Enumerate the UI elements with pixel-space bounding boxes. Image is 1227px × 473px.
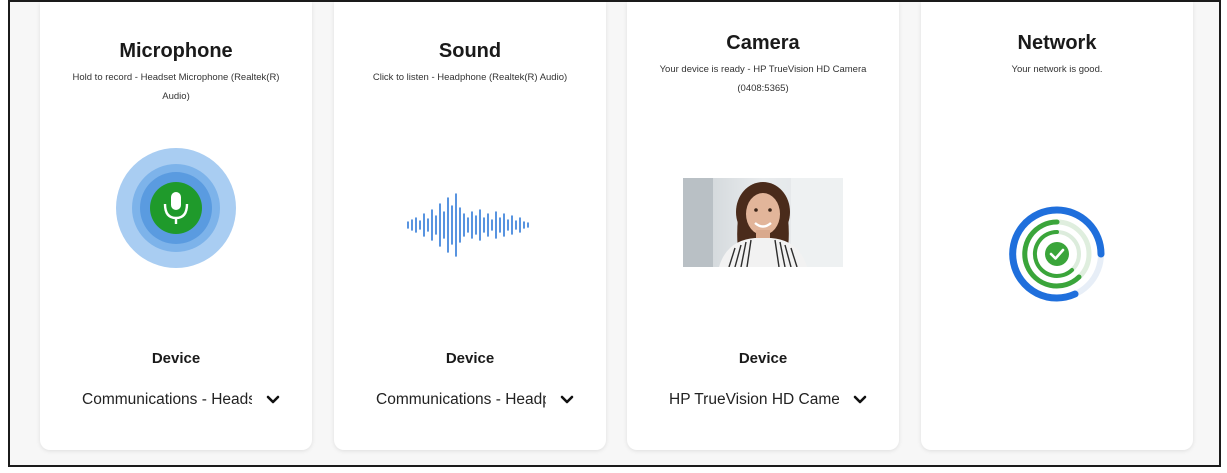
camera-subtitle: Your device is ready - HP TrueVision HD … bbox=[659, 64, 867, 94]
microphone-device-value: Communications - Headset Microphone (Rea… bbox=[82, 391, 252, 408]
network-subtitle: Your network is good. bbox=[1011, 64, 1103, 75]
sound-device-select[interactable]: Communications - Headphone (Realtek(R) A… bbox=[376, 388, 586, 412]
sound-device-value: Communications - Headphone (Realtek(R) A… bbox=[376, 391, 546, 408]
sound-title: Sound bbox=[438, 40, 502, 62]
camera-title: Camera bbox=[726, 32, 800, 54]
network-status-indicator bbox=[1007, 204, 1107, 304]
network-card: Network Your network is good. bbox=[921, 2, 1193, 450]
microphone-card: Microphone Hold to record - Headset Micr… bbox=[40, 2, 312, 450]
chevron-down-icon bbox=[266, 393, 280, 407]
camera-card: Camera Your device is ready - HP TrueVis… bbox=[627, 2, 899, 450]
test-panel: Microphone Hold to record - Headset Micr… bbox=[8, 0, 1221, 467]
record-button[interactable] bbox=[116, 148, 236, 268]
chevron-down-icon bbox=[853, 393, 867, 407]
sound-card: Sound Click to listen - Headphone (Realt… bbox=[334, 2, 606, 450]
camera-device-value: HP TrueVision HD Camera (0408:5365) bbox=[669, 391, 839, 408]
sound-subtitle: Click to listen - Headphone (Realtek(R) … bbox=[372, 72, 568, 83]
chevron-down-icon bbox=[560, 393, 574, 407]
sound-wave-icon bbox=[407, 193, 529, 257]
camera-preview bbox=[683, 178, 843, 268]
network-title: Network bbox=[1017, 32, 1097, 54]
microphone-subtitle: Hold to record - Headset Microphone (Rea… bbox=[72, 72, 280, 102]
microphone-title: Microphone bbox=[119, 40, 233, 62]
play-sound-button[interactable] bbox=[406, 192, 534, 258]
sound-device-label: Device bbox=[445, 350, 495, 367]
camera-device-label: Device bbox=[738, 350, 788, 367]
camera-device-select[interactable]: HP TrueVision HD Camera (0408:5365) bbox=[669, 388, 879, 412]
microphone-device-label: Device bbox=[151, 350, 201, 367]
microphone-device-select[interactable]: Communications - Headset Microphone (Rea… bbox=[82, 388, 292, 412]
check-icon bbox=[1045, 242, 1069, 266]
